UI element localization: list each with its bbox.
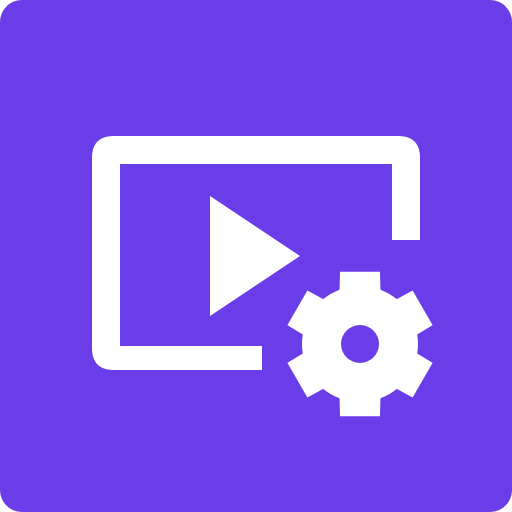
app-icon: [0, 0, 512, 512]
video-settings-icon: [0, 0, 512, 512]
